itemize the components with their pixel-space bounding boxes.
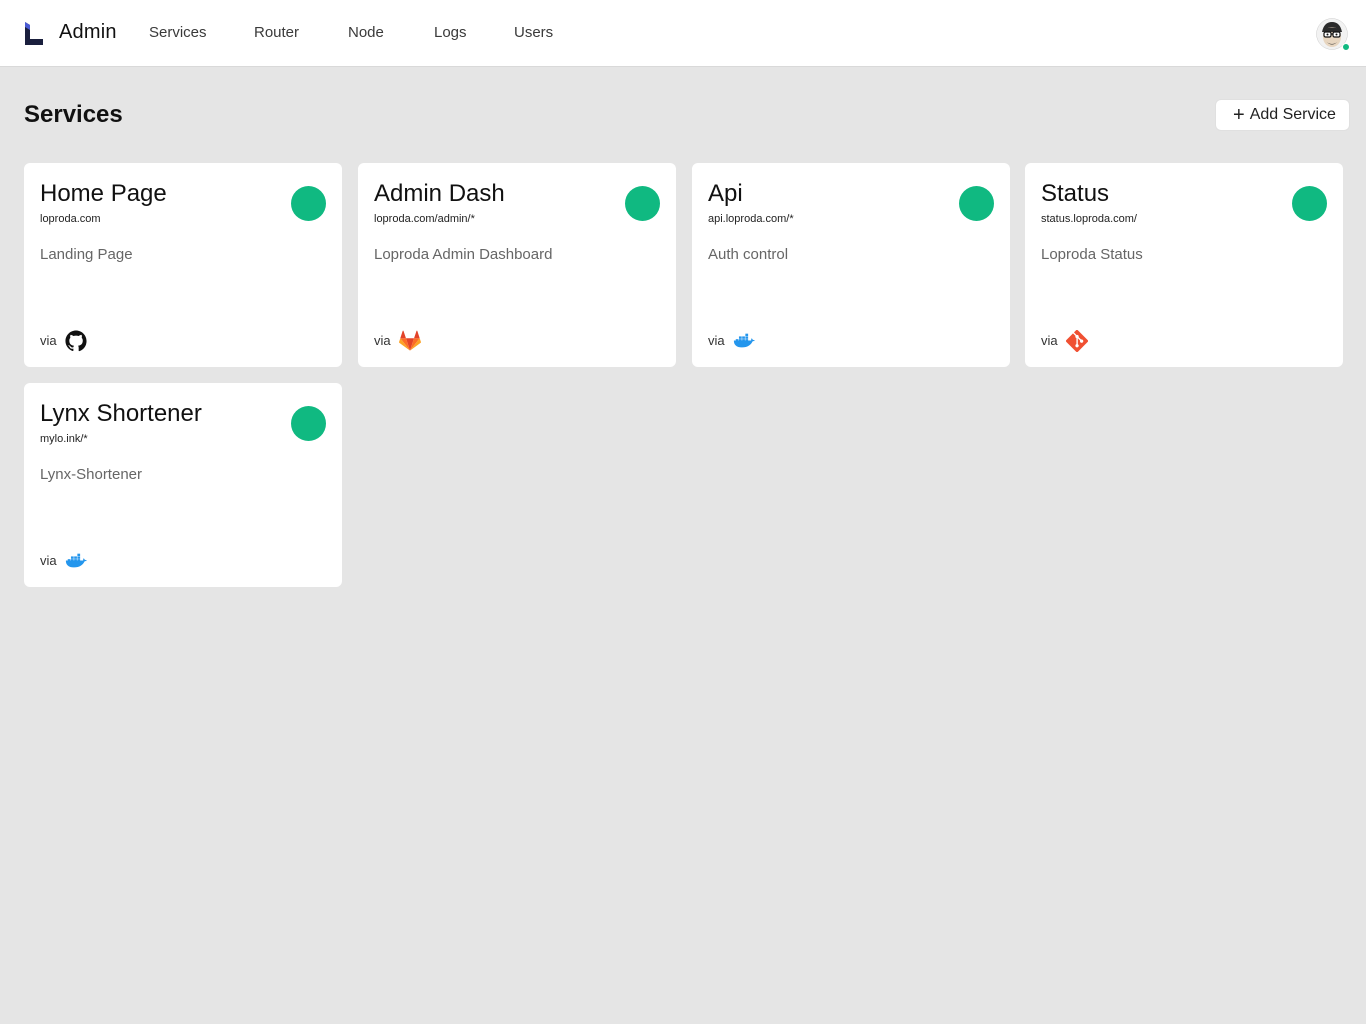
service-card[interactable]: Admin Dash loproda.com/admin/* Loproda A…: [358, 163, 676, 367]
service-url: api.loproda.com/*: [708, 213, 794, 225]
service-name: Api: [708, 180, 743, 207]
service-url: loproda.com: [40, 213, 101, 225]
add-service-label: Add Service: [1249, 106, 1336, 123]
nav-services[interactable]: Services: [149, 24, 207, 41]
git-icon: [1066, 330, 1088, 352]
via-label: via: [374, 333, 391, 348]
service-name: Lynx Shortener: [40, 400, 202, 427]
service-name: Home Page: [40, 180, 167, 207]
via-label: via: [708, 333, 725, 348]
nav-logs[interactable]: Logs: [434, 24, 467, 41]
via-label: via: [40, 333, 57, 348]
service-description: Lynx-Shortener: [40, 466, 142, 483]
service-card[interactable]: Status status.loproda.com/ Loproda Statu…: [1025, 163, 1343, 367]
service-description: Landing Page: [40, 246, 133, 263]
page-title: Services: [24, 101, 123, 128]
gitlab-icon: [399, 330, 421, 351]
status-indicator: [291, 186, 326, 221]
service-card[interactable]: Api api.loproda.com/* Auth control via: [692, 163, 1010, 367]
app-logo-icon[interactable]: [25, 22, 43, 45]
service-description: Loproda Admin Dashboard: [374, 246, 553, 263]
status-indicator: [1292, 186, 1327, 221]
nav-users[interactable]: Users: [514, 24, 553, 41]
plus-icon: +: [1233, 104, 1245, 126]
add-service-button[interactable]: + Add Service: [1215, 99, 1350, 131]
service-name: Admin Dash: [374, 180, 505, 207]
service-description: Auth control: [708, 246, 789, 263]
service-url: loproda.com/admin/*: [374, 213, 475, 225]
github-icon: [65, 330, 87, 352]
via-label: via: [1041, 333, 1058, 348]
nav-node[interactable]: Node: [348, 24, 384, 41]
nav-router[interactable]: Router: [254, 24, 299, 41]
service-url: mylo.ink/*: [40, 433, 88, 445]
service-name: Status: [1041, 180, 1110, 207]
service-card[interactable]: Home Page loproda.com Landing Page via: [24, 163, 342, 367]
service-url: status.loproda.com/: [1041, 213, 1137, 225]
service-description: Loproda Status: [1041, 246, 1143, 263]
brand-title: Admin: [59, 21, 117, 43]
online-status-dot: [1342, 43, 1350, 51]
status-indicator: [291, 406, 326, 441]
service-card[interactable]: Lynx Shortener mylo.ink/* Lynx-Shortener…: [24, 383, 342, 587]
status-indicator: [625, 186, 660, 221]
docker-icon: [733, 333, 755, 348]
status-indicator: [959, 186, 994, 221]
top-navbar: Admin Services Router Node Logs Users: [0, 0, 1366, 67]
docker-icon: [65, 553, 87, 568]
via-label: via: [40, 553, 57, 568]
